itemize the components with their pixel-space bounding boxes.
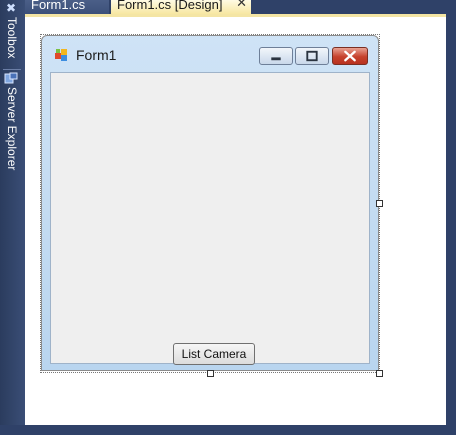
side-tab-separator — [3, 69, 21, 70]
resize-handle-bottom[interactable] — [207, 370, 214, 377]
server-explorer-icon — [4, 72, 18, 85]
tab-label: Form1.cs — [31, 0, 86, 12]
maximize-button[interactable] — [295, 47, 329, 65]
close-button[interactable] — [332, 47, 368, 65]
close-icon — [344, 50, 356, 62]
side-tab-toolbox[interactable]: ✖ Toolbox — [2, 2, 22, 68]
minimize-icon — [271, 57, 281, 61]
resize-handle-corner[interactable] — [376, 370, 383, 377]
form-client-area[interactable]: List Camera — [50, 72, 370, 365]
tab-close-icon[interactable]: ✕ — [236, 0, 247, 9]
resize-handle-right[interactable] — [376, 200, 383, 207]
minimize-button[interactable] — [259, 47, 293, 65]
maximize-icon — [306, 50, 318, 62]
active-tab-underline — [25, 14, 446, 17]
form-title: Form1 — [76, 47, 117, 63]
tab-form1-design[interactable]: Form1.cs [Design] ✕ — [111, 0, 251, 14]
form-app-icon — [55, 49, 67, 61]
ide-right-edge — [446, 0, 456, 435]
form-window[interactable]: Form1 List Camera — [41, 35, 379, 371]
tab-label: Form1.cs [Design] — [117, 0, 223, 12]
list-camera-button[interactable]: List Camera — [173, 343, 255, 365]
side-tab-server-explorer[interactable]: Server Explorer — [2, 72, 22, 182]
side-tab-label: Toolbox — [5, 17, 19, 59]
toolbox-icon: ✖ — [5, 1, 17, 15]
ide-bottom-edge — [0, 425, 456, 435]
side-tab-label: Server Explorer — [5, 87, 19, 171]
tab-form1-cs[interactable]: Form1.cs — [25, 0, 109, 14]
